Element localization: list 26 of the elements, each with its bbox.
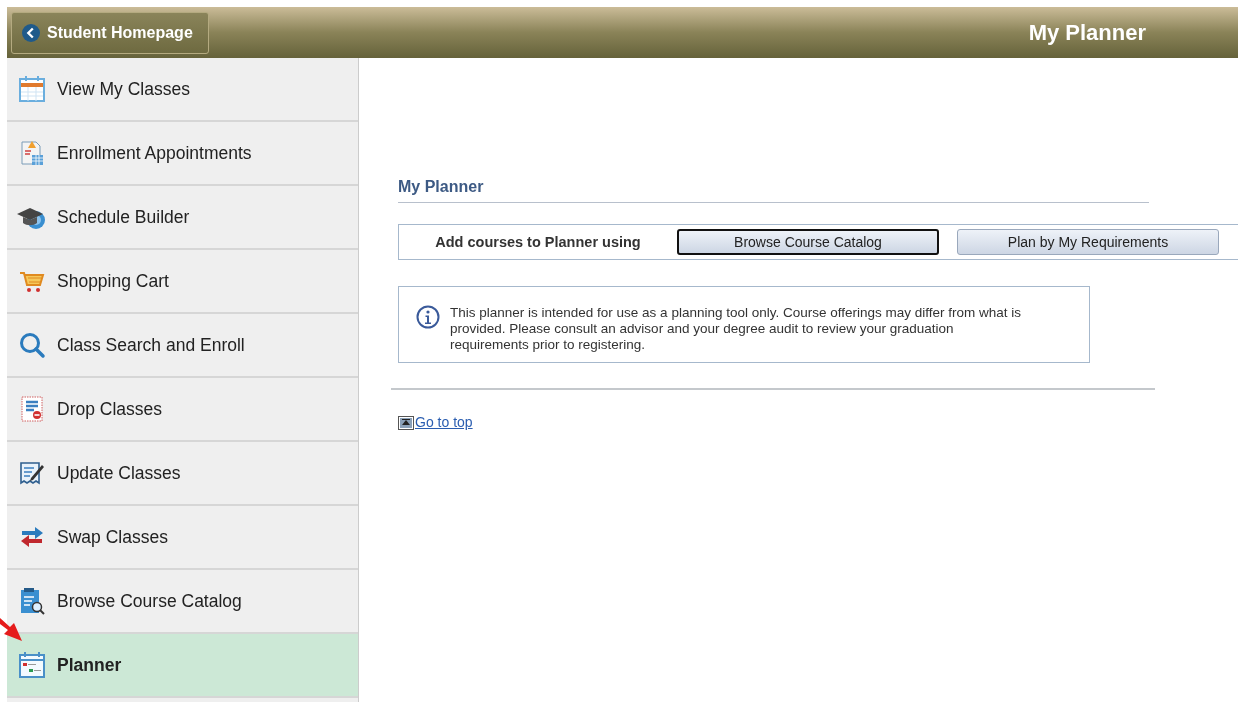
sidebar-item[interactable]: Schedule Builder xyxy=(7,186,358,250)
add-courses-label: Add courses to Planner using xyxy=(434,234,642,250)
sidebar-item[interactable]: Swap Classes xyxy=(7,506,358,570)
planner-button[interactable]: Browse Course Catalog xyxy=(677,229,939,255)
sidebar-item[interactable]: Class Search and Enroll xyxy=(7,314,358,378)
go-to-top-link[interactable]: Go to top xyxy=(415,414,473,430)
info-message: This planner is intended for use as a planning tool only. Course offerings may differ from what is provided. Please consult an advisor and your degree audit to review your graduation requirements prior to registering. xyxy=(450,305,1023,353)
document-pen-icon xyxy=(18,459,46,487)
calendar-icon xyxy=(18,75,46,103)
sidebar-item[interactable]: Update Classes xyxy=(7,442,358,506)
go-to-top-icon xyxy=(398,416,414,430)
page-title: My Planner xyxy=(1028,19,1146,46)
catalog-search-icon xyxy=(18,587,46,615)
document-calendar-icon xyxy=(18,139,46,167)
planner-button[interactable]: Plan by My Requirements xyxy=(957,229,1219,255)
search-icon xyxy=(18,331,46,359)
sidebar-item[interactable]: View My Classes xyxy=(7,58,358,122)
planner-calendar-icon xyxy=(18,651,46,679)
document-minus-icon xyxy=(18,395,46,423)
back-button[interactable]: Student Homepage xyxy=(11,11,209,54)
info-icon xyxy=(416,305,440,329)
sidebar-item[interactable]: Shopping Cart xyxy=(7,250,358,314)
sidebar-item[interactable]: Planner xyxy=(7,634,358,698)
section-title: My Planner xyxy=(398,178,1149,203)
sidebar-item[interactable]: Drop Classes xyxy=(7,378,358,442)
sidebar-item[interactable]: Enrollment Appointments xyxy=(7,122,358,186)
